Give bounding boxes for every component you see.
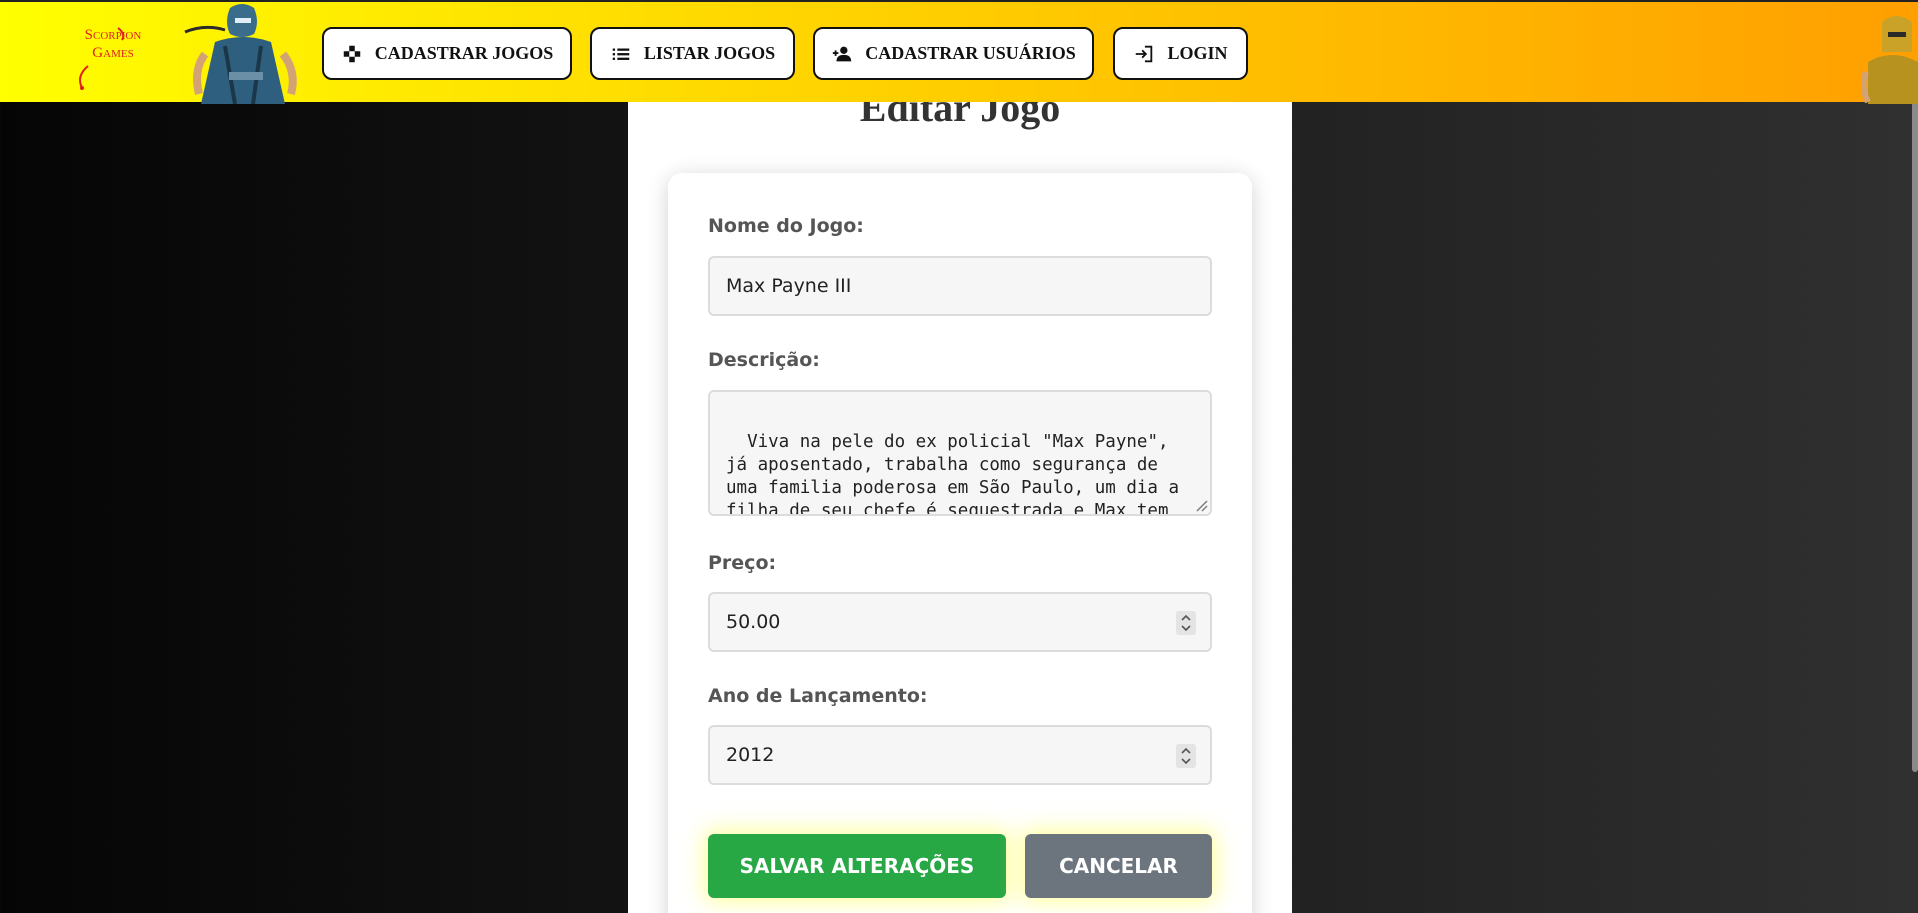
- nav-label: CADASTRAR USUÁRIOS: [865, 43, 1076, 63]
- save-changes-button[interactable]: SALVAR ALTERAÇÕES: [708, 834, 1006, 898]
- list-icon: [612, 48, 630, 60]
- number-spinner-icon[interactable]: [1176, 744, 1196, 768]
- nav-login-button[interactable]: LOGIN: [1113, 27, 1248, 80]
- description-label: Descrição:: [708, 349, 820, 371]
- description-textarea[interactable]: Viva na pele do ex policial "Max Payne",…: [708, 390, 1212, 516]
- login-icon: [1136, 45, 1153, 62]
- price-value: 50.00: [726, 611, 781, 633]
- nav-label: LISTAR JOGOS: [643, 43, 776, 63]
- nav-listar-jogos-button[interactable]: LISTAR JOGOS: [590, 27, 795, 80]
- sub-zero-character-image: [184, 4, 297, 104]
- number-spinner-icon[interactable]: [1176, 611, 1196, 635]
- gamepad-icon: [343, 45, 360, 62]
- price-label: Preço:: [708, 552, 777, 574]
- nav-cadastrar-jogos-button[interactable]: CADASTRAR JOGOS: [322, 27, 572, 80]
- release-year-value: 2012: [726, 744, 775, 766]
- release-year-input[interactable]: 2012: [708, 725, 1212, 785]
- scorpion-games-logo[interactable]: Scorpion Games: [68, 26, 158, 92]
- description-text: Viva na pele do ex policial "Max Payne",…: [726, 432, 1180, 516]
- release-year-label: Ano de Lançamento:: [708, 685, 928, 707]
- top-nav-bar: Scorpion Games CADASTRAR JOGOS LISTAR JO…: [0, 0, 1918, 104]
- game-name-input[interactable]: Max Payne III: [708, 256, 1212, 316]
- scorpion-character-image: [1862, 16, 1918, 104]
- nav-cadastrar-usuarios-button[interactable]: CADASTRAR USUÁRIOS: [813, 27, 1094, 80]
- add-user-icon: [833, 46, 852, 61]
- scorpion-tail-icon: [79, 27, 125, 90]
- nav-label: CADASTRAR JOGOS: [374, 43, 554, 63]
- price-input[interactable]: 50.00: [708, 592, 1212, 652]
- game-name-label: Nome do Jogo:: [708, 215, 864, 237]
- page-scrollbar[interactable]: [1912, 102, 1918, 772]
- resize-handle-icon[interactable]: [1192, 496, 1208, 512]
- cancel-button[interactable]: CANCELAR: [1025, 834, 1212, 898]
- nav-label: LOGIN: [1167, 43, 1228, 63]
